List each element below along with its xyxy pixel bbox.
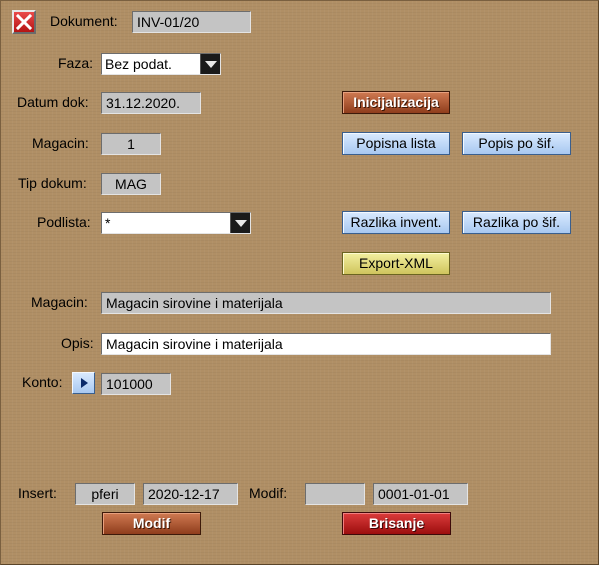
konto-label: Konto:: [22, 374, 63, 390]
chevron-down-icon[interactable]: [200, 54, 220, 74]
brisanje-button[interactable]: Brisanje: [342, 512, 451, 535]
tip-label: Tip dokum:: [18, 175, 87, 191]
dokument-field[interactable]: INV-01/20: [132, 11, 251, 33]
popis-po-sif-button[interactable]: Popis po šif.: [462, 132, 571, 155]
opis-field[interactable]: Magacin sirovine i materijala: [101, 333, 551, 355]
razlika-po-sif-button[interactable]: Razlika po šif.: [462, 211, 571, 234]
insert-label: Insert:: [18, 485, 57, 501]
arrow-right-icon[interactable]: [72, 372, 95, 394]
insert-date-field: 2020-12-17: [143, 483, 238, 505]
faza-dropdown[interactable]: Bez podat.: [101, 53, 221, 75]
magacin-code-field[interactable]: 1: [101, 133, 161, 155]
modif-date-field: 0001-01-01: [373, 483, 468, 505]
export-xml-button[interactable]: Export-XML: [342, 252, 450, 275]
chevron-down-icon[interactable]: [230, 213, 250, 233]
opis-label: Opis:: [61, 335, 94, 351]
window-frame: [0, 0, 599, 565]
tip-field[interactable]: MAG: [101, 173, 161, 195]
datum-field[interactable]: 31.12.2020.: [101, 92, 201, 114]
faza-label: Faza:: [58, 55, 94, 71]
magacin-name-label: Magacin:: [31, 294, 88, 310]
magacin-code-label: Magacin:: [32, 135, 89, 151]
modif-button[interactable]: Modif: [102, 512, 201, 535]
datum-label: Datum dok:: [17, 94, 89, 110]
modif-label: Modif:: [249, 485, 288, 501]
close-button[interactable]: [12, 10, 36, 34]
podlista-label: Podlista:: [37, 214, 91, 230]
podlista-dropdown[interactable]: *: [101, 212, 251, 234]
dokument-label: Dokument:: [50, 13, 118, 29]
razlika-invent-button[interactable]: Razlika invent.: [342, 211, 450, 234]
faza-selected: Bez podat.: [105, 56, 172, 72]
podlista-selected: *: [105, 215, 111, 231]
popisna-lista-button[interactable]: Popisna lista: [342, 132, 450, 155]
magacin-name-field[interactable]: Magacin sirovine i materijala: [101, 292, 551, 314]
konto-field[interactable]: 101000: [101, 373, 171, 395]
inicijalizacija-button[interactable]: Inicijalizacija: [342, 91, 450, 114]
insert-user-field: pferi: [75, 483, 135, 505]
close-icon: [15, 13, 33, 31]
modif-user-field: [305, 483, 365, 505]
